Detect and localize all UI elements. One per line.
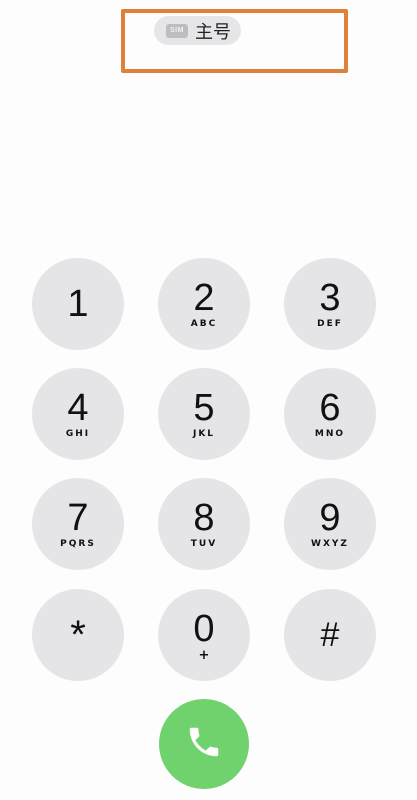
key-digit: #: [320, 616, 340, 654]
key-4[interactable]: 4 GHI: [32, 368, 124, 460]
key-digit: 1: [67, 283, 89, 325]
key-digit: 6: [319, 386, 341, 429]
key-digit: 3: [319, 276, 341, 319]
key-1[interactable]: 1: [32, 258, 124, 350]
call-button[interactable]: [159, 699, 249, 789]
key-digit: 2: [193, 276, 215, 319]
key-7[interactable]: 7 PQRS: [32, 478, 124, 570]
key-digit: 5: [193, 386, 215, 429]
key-star[interactable]: *: [32, 589, 124, 681]
key-letters: ABC: [190, 318, 218, 329]
key-8[interactable]: 8 TUV: [158, 478, 250, 570]
key-5[interactable]: 5 JKL: [158, 368, 250, 460]
key-letters: GHI: [65, 428, 91, 439]
key-letters: +: [198, 647, 210, 663]
key-letters: PQRS: [60, 538, 96, 549]
key-letters: JKL: [192, 428, 216, 439]
key-hash[interactable]: #: [284, 589, 376, 681]
key-letters: TUV: [190, 538, 218, 549]
key-9[interactable]: 9 WXYZ: [284, 478, 376, 570]
key-2[interactable]: 2 ABC: [158, 258, 250, 350]
key-digit: *: [70, 613, 86, 657]
key-digit: 4: [67, 386, 89, 429]
key-letters: DEF: [317, 318, 343, 329]
key-letters: WXYZ: [311, 538, 349, 549]
key-0[interactable]: 0 +: [158, 589, 250, 681]
key-6[interactable]: 6 MNO: [284, 368, 376, 460]
keypad: 1 2 ABC 3 DEF 4 GHI 5 JKL 6 MNO 7 PQRS 8: [0, 0, 417, 800]
phone-icon: [185, 723, 223, 766]
key-digit: 8: [193, 496, 215, 539]
key-3[interactable]: 3 DEF: [284, 258, 376, 350]
key-digit: 7: [67, 496, 89, 539]
key-digit: 9: [319, 496, 341, 539]
dialer-screen: SIM 主号 1 2 ABC 3 DEF 4 GHI 5 JKL 6 MNO 7…: [0, 0, 417, 800]
key-digit: 0: [193, 607, 215, 650]
key-letters: MNO: [314, 428, 346, 439]
